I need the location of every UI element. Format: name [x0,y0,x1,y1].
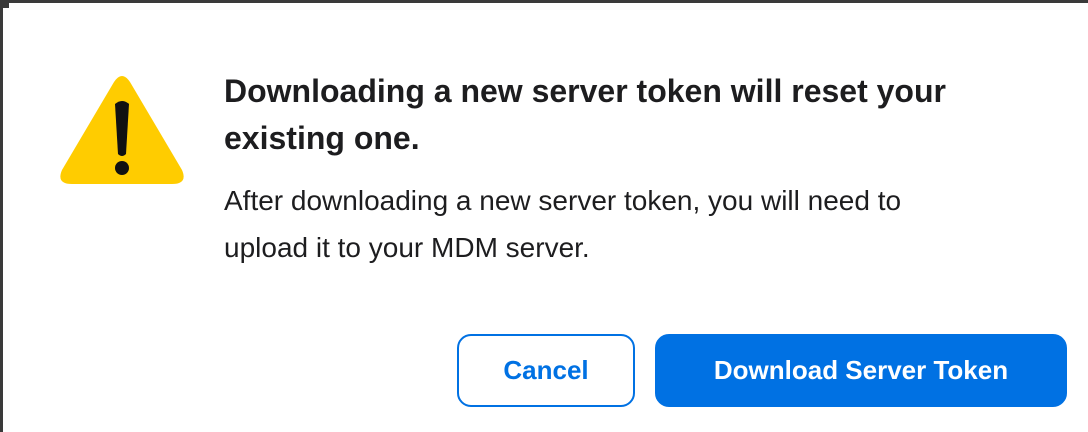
window-corner [3,3,9,8]
download-server-token-button[interactable]: Download Server Token [655,334,1067,407]
dialog-message: After downloading a new server token, yo… [224,185,902,263]
alert-dialog: Downloading a new server token will rese… [0,0,1088,432]
cancel-button[interactable]: Cancel [457,334,635,407]
dialog-title: Downloading a new server token will rese… [224,73,946,156]
window-border-top [0,0,1088,3]
window-border-left [0,0,3,432]
warning-triangle-icon [60,76,184,184]
